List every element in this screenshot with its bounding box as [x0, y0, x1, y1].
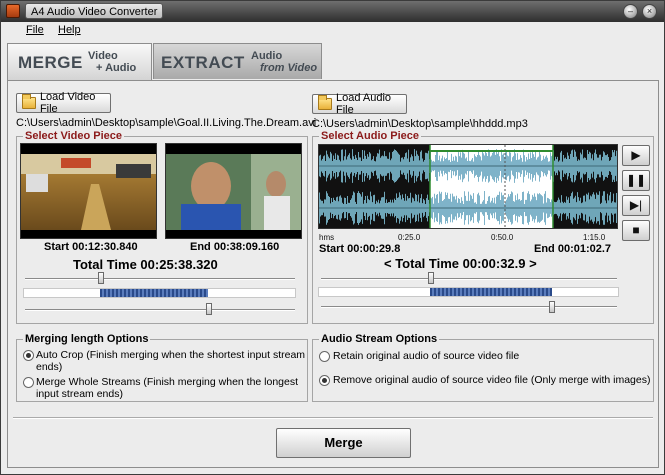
retain-audio-radio[interactable]: [319, 351, 330, 362]
retain-audio-label: Retain original audio of source video fi…: [333, 350, 520, 362]
title-bar[interactable]: A4 Audio Video Converter – ×: [1, 1, 664, 22]
audio-range-selection: [429, 288, 553, 296]
merge-whole-label: Merge Whole Streams (Finish merging when…: [36, 376, 299, 400]
pause-button[interactable]: ❚❚: [622, 170, 650, 191]
video-end-time: End 00:38:09.160: [190, 241, 280, 253]
load-audio-button[interactable]: Load Audio File: [312, 92, 407, 116]
load-audio-label: Load Audio File: [336, 92, 392, 116]
video-start-handle[interactable]: [97, 272, 104, 284]
app-icon: [6, 4, 20, 18]
tab-extract-line1: Audio: [251, 50, 283, 62]
video-path: C:\Users\admin\Desktop\sample\Goal.II.Li…: [16, 117, 317, 129]
video-range-selection: [99, 289, 209, 297]
minimize-button[interactable]: –: [623, 4, 638, 19]
ruler-label-3: 1:15.0: [583, 233, 606, 242]
audio-total-time: < Total Time 00:00:32.9 >: [384, 256, 537, 271]
audio-stream-title: Audio Stream Options: [319, 333, 440, 345]
video-start-time: Start 00:12:30.840: [44, 241, 138, 253]
tab-merge[interactable]: MERGE Video + Audio: [7, 43, 152, 80]
video-range-bar: [23, 288, 296, 298]
folder-icon: [22, 94, 36, 109]
play-button[interactable]: ▶: [622, 145, 650, 166]
separator: [13, 417, 653, 419]
auto-crop-label: Auto Crop (Finish merging when the short…: [36, 349, 306, 373]
audio-stream-group: Audio Stream Options: [312, 333, 654, 402]
tab-merge-line2: + Audio: [96, 62, 137, 74]
video-start-slider[interactable]: [25, 278, 295, 280]
audio-waveform[interactable]: [318, 144, 618, 229]
step-icon: ▶|: [629, 198, 643, 212]
audio-start-handle[interactable]: [427, 272, 434, 284]
stop-icon: ■: [632, 223, 640, 237]
audio-path: C:\Users\admin\Desktop\sample\hhddd.mp3: [312, 118, 528, 130]
audio-range-bar: [318, 287, 619, 297]
close-button[interactable]: ×: [642, 4, 657, 19]
video-start-thumbnail: [20, 143, 157, 239]
audio-end-handle[interactable]: [548, 301, 555, 313]
tab-extract[interactable]: EXTRACT Audio from Video: [153, 43, 322, 79]
video-total-time: Total Time 00:25:38.320: [73, 257, 218, 272]
merge-button[interactable]: Merge: [276, 428, 411, 458]
video-end-thumbnail: [165, 143, 302, 239]
tab-merge-title: MERGE: [18, 53, 83, 72]
tab-extract-title: EXTRACT: [161, 53, 245, 72]
pause-icon: ❚❚: [625, 173, 647, 187]
menu-bar: File Help: [1, 22, 664, 40]
menu-help[interactable]: Help: [58, 24, 81, 36]
audio-end-time: End 00:01:02.7: [534, 243, 612, 255]
video-piece-title: Select Video Piece: [23, 130, 125, 142]
window-title: A4 Audio Video Converter: [25, 3, 164, 19]
audio-end-slider[interactable]: [321, 306, 617, 308]
step-button[interactable]: ▶|: [622, 195, 650, 216]
app-window: A4 Audio Video Converter – × File Help M…: [0, 0, 665, 475]
tab-merge-line1: Video: [88, 50, 118, 62]
ruler-label-0: hms: [319, 233, 335, 242]
folder-icon: [318, 95, 332, 110]
merging-length-title: Merging length Options: [23, 333, 151, 345]
load-video-label: Load Video File: [39, 91, 96, 115]
remove-audio-radio[interactable]: [319, 375, 330, 386]
video-end-handle[interactable]: [205, 303, 212, 315]
audio-piece-title: Select Audio Piece: [319, 130, 422, 142]
audio-start-slider[interactable]: [321, 278, 617, 280]
auto-crop-radio[interactable]: [23, 350, 34, 361]
merge-whole-radio[interactable]: [23, 377, 34, 388]
audio-start-time: Start 00:00:29.8: [319, 243, 401, 255]
load-video-button[interactable]: Load Video File: [16, 91, 111, 115]
tab-extract-line2: from Video: [260, 62, 318, 74]
stop-button[interactable]: ■: [622, 220, 650, 241]
video-end-slider[interactable]: [25, 309, 295, 311]
remove-audio-label: Remove original audio of source video fi…: [333, 374, 651, 386]
ruler-label-2: 0:50.0: [491, 233, 514, 242]
ruler-label-1: 0:25.0: [398, 233, 421, 242]
play-icon: ▶: [631, 148, 641, 162]
menu-file[interactable]: File: [26, 24, 44, 36]
